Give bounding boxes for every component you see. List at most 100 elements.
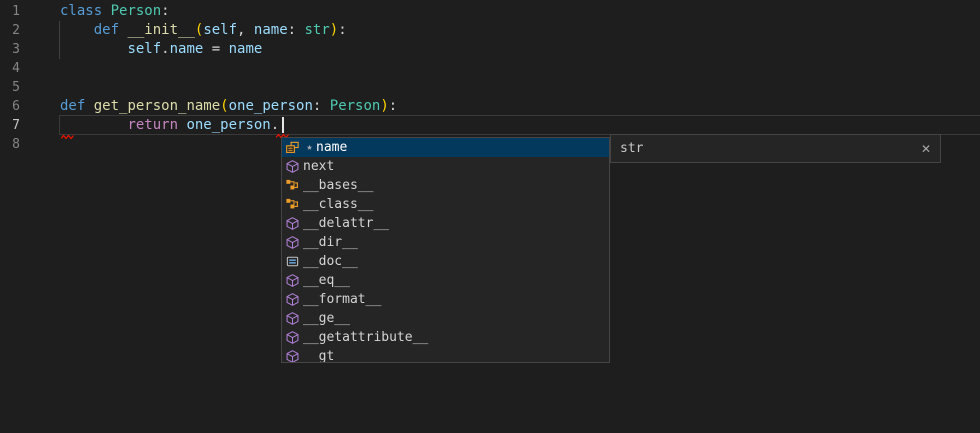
suggestion-item-dir[interactable]: __dir__ [282,233,609,252]
editor-lines: 1class Person:2 def __init__(self, name:… [0,2,980,154]
code-token [60,22,94,38]
line-number: 6 [0,97,20,116]
code-token: ) [330,22,338,38]
suggestion-label: __bases__ [303,178,373,193]
line-number: 7 [0,116,20,135]
code-token: name [229,41,263,57]
code-token: self [203,22,237,38]
method-icon [284,349,300,364]
suggestion-label: __format__ [303,292,381,307]
class-icon [284,197,300,213]
code-token: : [338,22,346,38]
code-token: . [271,117,279,133]
code-token: str [304,22,329,38]
code-token: : [288,22,305,38]
code-editor[interactable]: 1class Person:2 def __init__(self, name:… [0,0,980,433]
suggestion-item-class[interactable]: __class__ [282,195,609,214]
indent-guide [59,21,60,59]
code-text: def get_person_name(one_person: Person): [20,97,397,116]
autocomplete-dropdown: ★name next __bases__ __class__ __delattr__ __… [281,137,610,363]
code-token: = [203,41,228,57]
method-icon [284,311,300,327]
code-token [60,117,127,133]
suggestion-label: __gt__ [303,349,350,363]
suggestion-item-eq[interactable]: __eq__ [282,271,609,290]
suggestion-item-delattr[interactable]: __delattr__ [282,214,609,233]
code-text: class Person: [20,2,170,21]
suggestion-detail-panel: str ✕ [610,134,941,163]
code-token [102,3,110,19]
code-text [20,78,60,97]
method-icon [284,292,300,308]
method-icon [284,273,300,289]
suggestion-item-format[interactable]: __format__ [282,290,609,309]
method-icon [284,216,300,232]
code-token: name [254,22,288,38]
code-token: , [237,22,254,38]
code-token [60,41,127,57]
code-token: Person [330,98,381,114]
line-number: 1 [0,2,20,21]
code-token: __init__ [127,22,194,38]
suggestion-item-ge[interactable]: __ge__ [282,309,609,328]
error-squiggle-icon [61,134,74,140]
text-cursor [282,117,284,133]
suggestion-item-bases[interactable]: __bases__ [282,176,609,195]
code-token: name [170,41,204,57]
code-token: get_person_name [94,98,220,114]
code-token: one_person [186,117,270,133]
code-token: : [389,98,397,114]
method-icon [284,159,300,175]
suggestion-item-name[interactable]: ★name [282,138,609,157]
code-token: : [313,98,330,114]
code-line[interactable]: 2 def __init__(self, name: str): [0,21,980,40]
suggestion-label: __doc__ [303,254,358,269]
code-token: ) [380,98,388,114]
code-line[interactable]: 4 [0,59,980,78]
code-text: def __init__(self, name: str): [20,21,347,40]
close-icon[interactable]: ✕ [921,143,931,155]
suggestion-detail-text: str [620,141,921,156]
suggestion-label: __getattribute__ [303,330,428,345]
line-number: 4 [0,59,20,78]
suggestion-label: __dir__ [303,235,358,250]
code-token: def [60,98,85,114]
constant-icon [284,254,300,270]
code-line[interactable]: 6def get_person_name(one_person: Person)… [0,97,980,116]
suggestion-item-next[interactable]: next [282,157,609,176]
suggestion-label: __eq__ [303,273,350,288]
field-icon [284,140,300,156]
code-token: return [127,117,178,133]
class-icon [284,178,300,194]
code-text [20,59,60,78]
line-number: 2 [0,21,20,40]
suggestion-label: __delattr__ [303,216,389,231]
code-line[interactable]: 3 self.name = name [0,40,980,59]
code-token: ( [220,98,228,114]
star-icon: ★ [303,142,316,153]
code-token: self [127,41,161,57]
code-token: class [60,3,102,19]
code-line[interactable]: 1class Person: [0,2,980,21]
method-icon [284,235,300,251]
suggestion-label: name [316,140,347,155]
code-text: self.name = name [20,40,262,59]
line-number: 8 [0,135,20,154]
code-text: return one_person. [20,116,279,135]
code-token [85,98,93,114]
line-number: 3 [0,40,20,59]
code-line[interactable]: 5 [0,78,980,97]
suggestion-label: __ge__ [303,311,350,326]
line-number: 5 [0,78,20,97]
suggestion-item-getattribute[interactable]: __getattribute__ [282,328,609,347]
method-icon [284,330,300,346]
code-line[interactable]: 7 return one_person. [0,116,980,135]
suggestion-label: next [303,159,334,174]
suggestion-label: __class__ [303,197,373,212]
code-token: : [161,3,169,19]
code-token: . [161,41,169,57]
suggestion-item-gt[interactable]: __gt__ [282,347,609,363]
suggestion-item-doc[interactable]: __doc__ [282,252,609,271]
code-token: Person [111,3,162,19]
code-token: one_person [229,98,313,114]
